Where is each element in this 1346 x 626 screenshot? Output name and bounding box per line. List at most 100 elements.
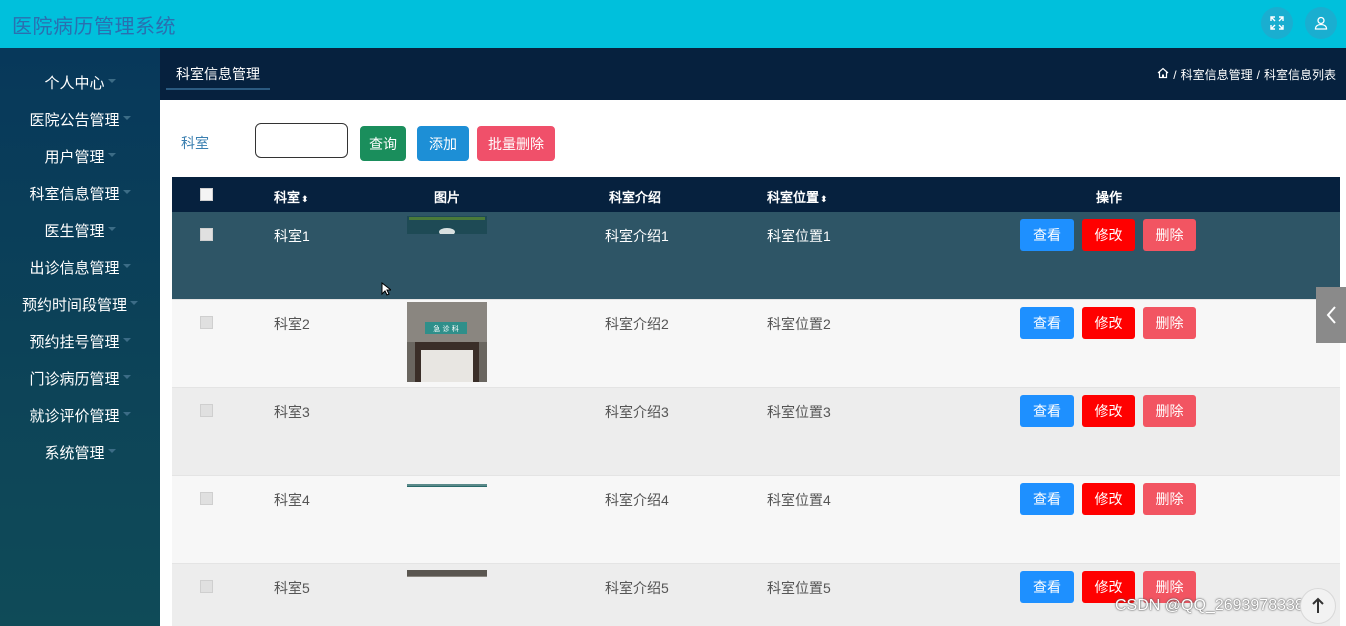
department-image [407, 391, 487, 395]
table-row: 科室3 科室介绍3 科室位置3 查看 修改 删除 [172, 388, 1340, 476]
breadcrumb-separator: / [1173, 67, 1177, 82]
view-button[interactable]: 查看 [1020, 307, 1074, 339]
caret-down-icon [122, 115, 131, 120]
cell-location: 科室位置2 [767, 316, 831, 332]
sidebar-item-users[interactable]: 用户管理 [0, 138, 160, 175]
table-row: 科室4 科室介绍4 科室位置4 查看 修改 删除 [172, 476, 1340, 564]
view-button[interactable]: 查看 [1020, 219, 1074, 251]
breadcrumb-item[interactable]: 科室信息管理 [1181, 66, 1253, 83]
department-table: 科室⬍ 图片 科室介绍 科室位置⬍ 操作 科室1 科室介绍1 科室位置1 查看 … [172, 177, 1340, 626]
department-search-input[interactable] [255, 123, 348, 158]
column-header-location[interactable]: 科室位置⬍ [767, 187, 828, 206]
sidebar-item-visits[interactable]: 出诊信息管理 [0, 249, 160, 286]
row-checkbox[interactable] [200, 404, 213, 417]
sidebar-item-label: 科室信息管理 [29, 186, 120, 203]
cell-intro: 科室介绍5 [605, 580, 669, 596]
cell-location: 科室位置3 [767, 404, 831, 420]
caret-down-icon [130, 300, 138, 305]
sub-header: 科室信息管理 / 科室信息管理 / 科室信息列表 [160, 48, 1346, 100]
sidebar-item-label: 出诊信息管理 [29, 260, 120, 277]
main-content: 科室 查询 添加 批量删除 科室⬍ 图片 科室介绍 科室位置⬍ 操作 科室1 科… [160, 100, 1346, 626]
cell-intro: 科室介绍4 [605, 492, 669, 508]
sidebar-item-doctors[interactable]: 医生管理 [0, 212, 160, 249]
row-checkbox[interactable] [200, 316, 213, 329]
edit-button[interactable]: 修改 [1082, 219, 1135, 251]
app-title: 医院病历管理系统 [12, 16, 176, 38]
watermark: CSDN @QQ_2693978338 [1115, 597, 1304, 614]
row-checkbox[interactable] [200, 492, 213, 505]
sidebar-item-label: 门诊病历管理 [29, 371, 120, 388]
column-header-name[interactable]: 科室⬍ [274, 187, 309, 206]
edit-button[interactable]: 修改 [1082, 307, 1135, 339]
cell-location: 科室位置1 [767, 228, 831, 244]
cell-name: 科室5 [274, 580, 310, 596]
arrow-up-icon[interactable] [1300, 588, 1336, 624]
table-row: 科室1 科室介绍1 科室位置1 查看 修改 删除 [172, 212, 1340, 300]
chevron-left-icon[interactable] [1316, 287, 1346, 343]
sidebar-item-reviews[interactable]: 就诊评价管理 [0, 397, 160, 434]
view-button[interactable]: 查看 [1020, 571, 1074, 603]
breadcrumb-separator: / [1256, 67, 1260, 82]
cell-location: 科室位置4 [767, 492, 831, 508]
cell-name: 科室3 [274, 404, 310, 420]
fullscreen-icon[interactable] [1261, 7, 1293, 39]
cell-location: 科室位置5 [767, 580, 831, 596]
department-image: 急 诊 科 [407, 302, 487, 382]
cell-name: 科室4 [274, 492, 310, 508]
department-image [407, 216, 487, 234]
delete-button[interactable]: 删除 [1143, 395, 1196, 427]
column-header-label: 科室 [274, 190, 301, 205]
caret-down-icon [122, 263, 131, 268]
batch-delete-button[interactable]: 批量删除 [477, 126, 555, 161]
search-label: 科室 [181, 135, 209, 151]
home-icon[interactable] [1157, 67, 1169, 82]
view-button[interactable]: 查看 [1020, 483, 1074, 515]
query-button[interactable]: 查询 [360, 126, 406, 161]
sidebar-item-label: 预约挂号管理 [29, 334, 120, 351]
sidebar-item-time-slots[interactable]: 预约时间段管理 [0, 286, 160, 323]
sign-text: 急 诊 科 [433, 324, 458, 333]
breadcrumb: / 科室信息管理 / 科室信息列表 [1157, 66, 1336, 83]
mouse-cursor-icon [381, 281, 393, 299]
sidebar-item-departments[interactable]: 科室信息管理 [0, 175, 160, 212]
caret-down-icon [107, 448, 116, 453]
edit-button[interactable]: 修改 [1082, 483, 1135, 515]
sidebar-item-records[interactable]: 门诊病历管理 [0, 360, 160, 397]
cell-name: 科室1 [274, 228, 310, 244]
sidebar-item-appointments[interactable]: 预约挂号管理 [0, 323, 160, 360]
sidebar-item-label: 预约时间段管理 [21, 297, 127, 314]
row-checkbox[interactable] [200, 580, 213, 593]
sort-icon: ⬍ [820, 194, 828, 204]
sidebar-item-personal-center[interactable]: 个人中心 [0, 64, 160, 101]
column-header-intro: 科室介绍 [609, 190, 662, 205]
column-header-actions: 操作 [1096, 190, 1123, 205]
delete-button[interactable]: 删除 [1143, 483, 1196, 515]
caret-down-icon [107, 78, 116, 83]
tab-department-info[interactable]: 科室信息管理 [166, 58, 270, 90]
table-row: 科室5 科室介绍5 科室位置5 查看 修改 删除 [172, 564, 1340, 626]
breadcrumb-item: 科室信息列表 [1263, 68, 1336, 82]
view-button[interactable]: 查看 [1020, 395, 1074, 427]
caret-down-icon [107, 226, 116, 231]
cell-intro: 科室介绍3 [605, 404, 669, 420]
sidebar-item-label: 医生管理 [44, 223, 105, 240]
sidebar-item-system[interactable]: 系统管理 [0, 434, 160, 471]
sidebar-item-announcements[interactable]: 医院公告管理 [0, 101, 160, 138]
add-button[interactable]: 添加 [417, 126, 469, 161]
caret-down-icon [107, 152, 116, 157]
delete-button[interactable]: 删除 [1143, 307, 1196, 339]
top-bar: 医院病历管理系统 [0, 0, 1346, 48]
select-all-checkbox[interactable] [200, 188, 213, 201]
department-image [407, 479, 487, 487]
caret-down-icon [122, 374, 131, 379]
delete-button[interactable]: 删除 [1143, 219, 1196, 251]
row-checkbox[interactable] [200, 228, 213, 241]
cell-intro: 科室介绍1 [605, 228, 669, 244]
user-icon[interactable] [1305, 7, 1337, 39]
edit-button[interactable]: 修改 [1082, 395, 1135, 427]
table-row: 科室2 急 诊 科 科室介绍2 科室位置2 查看 修改 删除 [172, 300, 1340, 388]
caret-down-icon [122, 411, 131, 416]
column-header-label: 科室位置 [767, 190, 820, 205]
sidebar: 个人中心 医院公告管理 用户管理 科室信息管理 医生管理 出诊信息管理 预约时间… [0, 48, 160, 626]
caret-down-icon [122, 337, 131, 342]
